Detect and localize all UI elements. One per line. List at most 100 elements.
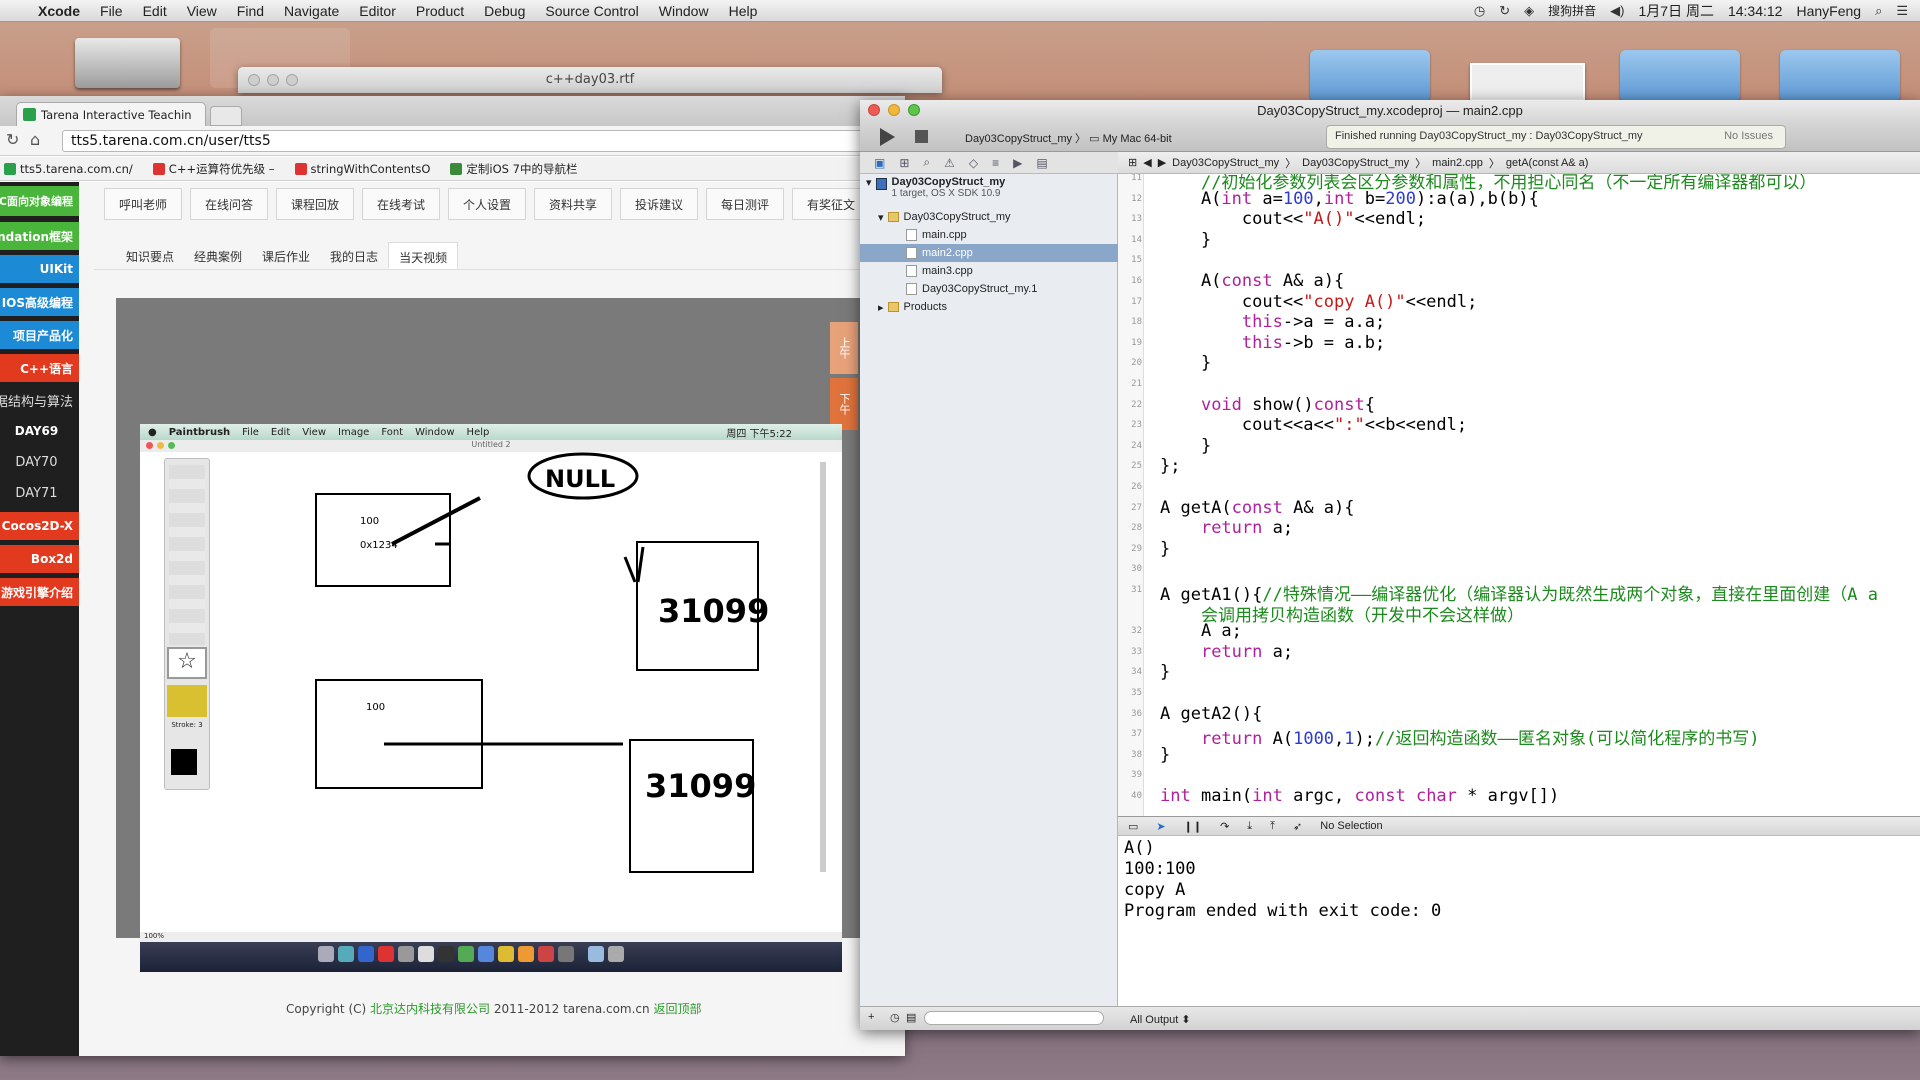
disclosure-icon[interactable]: ▸ (878, 301, 884, 314)
link-complaints[interactable]: 投诉建议 (620, 188, 698, 220)
sidebar-item-day71[interactable]: DAY71 (0, 479, 79, 507)
bookmark-item[interactable]: 定制iOS 7中的导航栏 (450, 161, 577, 177)
log-navigator-icon[interactable]: ▤ (1036, 156, 1047, 170)
tab-morning[interactable]: 上午 (830, 322, 858, 374)
sidebar-item-productization[interactable]: 项目产品化 (0, 321, 79, 349)
menu-edit[interactable]: Edit (133, 3, 177, 19)
tab-today-video[interactable]: 当天视频 (388, 242, 459, 269)
bookmark-item[interactable]: tts5.tarena.com.cn/ (4, 162, 133, 176)
pause-icon[interactable]: ❙❙ (1184, 820, 1202, 833)
back-to-top-link[interactable]: 返回顶部 (653, 1002, 701, 1016)
disclosure-icon[interactable]: ▾ (866, 176, 872, 189)
menu-editor[interactable]: Editor (349, 3, 406, 19)
clock-label[interactable]: 14:34:12 (1728, 3, 1783, 19)
input-method-menu[interactable]: 搜狗拼音 (1548, 2, 1596, 19)
test-navigator-icon[interactable]: ◇ (969, 156, 978, 170)
sidebar-item-box2d[interactable]: Box2d (0, 545, 79, 573)
link-settings[interactable]: 个人设置 (448, 188, 526, 220)
step-into-icon[interactable]: ⤓ (1247, 820, 1252, 833)
wifi-icon[interactable]: ◈ (1524, 3, 1534, 19)
tab-key-points[interactable]: 知识要点 (116, 242, 184, 269)
related-items-icon[interactable]: ⊞ (1128, 156, 1137, 169)
sidebar-item-uikit[interactable]: UIKit (0, 255, 79, 283)
breakpoint-navigator-icon[interactable]: ▶ (1013, 156, 1022, 170)
scm-filter-icon[interactable]: ▤ (906, 1011, 916, 1024)
stop-button[interactable] (915, 130, 928, 143)
sidebar-item-foundation[interactable]: undation框架 (0, 222, 79, 250)
time-machine-icon[interactable]: ◷ (1474, 3, 1485, 19)
folder-icon[interactable] (1780, 50, 1900, 100)
jump-file[interactable]: main2.cpp (1432, 157, 1483, 169)
sidebar-item-game-engine[interactable]: 游戏引擎介绍 (0, 578, 79, 606)
tab-my-log[interactable]: 我的日志 (320, 242, 388, 269)
link-essay-contest[interactable]: 有奖征文 (792, 188, 870, 220)
company-link[interactable]: 北京达内科技有限公司 (370, 1002, 490, 1016)
scheme-selector[interactable]: Day03CopyStruct_my 〉 ▭ My Mac 64-bit (965, 130, 1172, 146)
debug-navigator-icon[interactable]: ≡ (992, 156, 999, 170)
nav-file-main[interactable]: main.cpp (860, 226, 1118, 244)
user-menu[interactable]: HanyFeng (1796, 3, 1861, 19)
nav-file-main3[interactable]: main3.cpp (860, 262, 1118, 280)
sidebar-item-data-structures[interactable]: 据结构与算法 (0, 386, 79, 414)
run-button[interactable] (880, 128, 895, 146)
menu-find[interactable]: Find (227, 3, 274, 19)
nav-group[interactable]: ▾ Day03CopyStruct_my (860, 208, 1118, 226)
nav-file-man[interactable]: Day03CopyStruct_my.1 (860, 280, 1118, 298)
jump-project[interactable]: Day03CopyStruct_my (1172, 157, 1279, 169)
breakpoints-toggle-icon[interactable]: ➤ (1156, 820, 1165, 833)
sidebar-item-day69[interactable]: DAY69 (0, 417, 79, 445)
link-course-replay[interactable]: 课程回放 (276, 188, 354, 220)
link-daily-test[interactable]: 每日测评 (706, 188, 784, 220)
link-online-qa[interactable]: 在线问答 (190, 188, 268, 220)
add-file-icon[interactable]: + (868, 1011, 874, 1023)
folder-icon[interactable] (1620, 50, 1740, 100)
menu-view[interactable]: View (177, 3, 227, 19)
link-online-exam[interactable]: 在线考试 (362, 188, 440, 220)
sync-icon[interactable]: ↻ (1499, 3, 1510, 19)
link-call-teacher[interactable]: 呼叫老师 (104, 188, 182, 220)
tab-classic-cases[interactable]: 经典案例 (184, 242, 252, 269)
address-bar[interactable]: tts5.tarena.com.cn/user/tts5 (62, 130, 882, 152)
hide-debug-area-icon[interactable]: ▭ (1128, 820, 1138, 833)
menu-file[interactable]: File (90, 3, 133, 19)
screenshot-thumbnail-icon[interactable] (1470, 63, 1585, 101)
menu-navigate[interactable]: Navigate (274, 3, 349, 19)
home-icon[interactable]: ⌂ (30, 130, 40, 149)
sidebar-item-cocos2dx[interactable]: Cocos2D-X (0, 512, 79, 540)
sidebar-item-objc[interactable]: ve-C面向对象编程 (0, 186, 79, 216)
location-icon[interactable]: ➶ (1293, 820, 1302, 833)
console-output[interactable]: A() 100:100 copy A Program ended with ex… (1118, 836, 1920, 1006)
navigator-filter-field[interactable] (924, 1011, 1104, 1025)
nav-project-root[interactable]: ▾ Day03CopyStruct_my 1 target, OS X SDK … (860, 176, 1118, 206)
browser-tab[interactable]: Tarena Interactive Teachin (16, 102, 206, 126)
jump-group[interactable]: Day03CopyStruct_my (1302, 157, 1409, 169)
hard-disk-icon[interactable] (75, 38, 180, 88)
date-label[interactable]: 1月7日 周二 (1639, 1, 1714, 21)
menu-debug[interactable]: Debug (474, 3, 535, 19)
menu-product[interactable]: Product (406, 3, 474, 19)
issue-navigator-icon[interactable]: ⚠ (944, 156, 955, 170)
disclosure-icon[interactable]: ▾ (878, 211, 884, 224)
new-tab-button[interactable] (210, 106, 242, 126)
tab-homework[interactable]: 课后作业 (252, 242, 320, 269)
sidebar-item-cpp[interactable]: C++语言 (0, 354, 79, 382)
symbol-navigator-icon[interactable]: ⊞ (899, 156, 909, 170)
source-editor[interactable]: 11 12 13 14 15 16 17 18 19 20 21 22 23 24 25 26 27 28 29 30… (1118, 174, 1920, 816)
reload-icon[interactable]: ↻ (6, 130, 19, 149)
find-navigator-icon[interactable]: ⌕ (923, 155, 930, 170)
menu-source-control[interactable]: Source Control (535, 3, 648, 19)
nav-products[interactable]: ▸ Products (860, 298, 1118, 316)
recent-files-icon[interactable]: ◷ (890, 1011, 900, 1024)
output-selector[interactable]: All Output ⬍ (1130, 1013, 1191, 1026)
jump-symbol[interactable]: getA(const A& a) (1506, 157, 1589, 169)
step-out-icon[interactable]: ⤒ (1270, 820, 1275, 833)
step-over-icon[interactable]: ↷ (1220, 820, 1229, 833)
spotlight-icon[interactable]: ⌕ (1875, 3, 1882, 19)
link-resources[interactable]: 资料共享 (534, 188, 612, 220)
sidebar-item-ios-advanced[interactable]: IOS高级编程 (0, 288, 79, 316)
bookmark-item[interactable]: C++运算符优先级 – (152, 161, 275, 177)
rtf-window[interactable]: c++day03.rtf (238, 67, 942, 93)
menu-help[interactable]: Help (719, 3, 768, 19)
folder-icon[interactable] (1310, 50, 1430, 100)
app-menu[interactable]: Xcode (28, 3, 90, 19)
